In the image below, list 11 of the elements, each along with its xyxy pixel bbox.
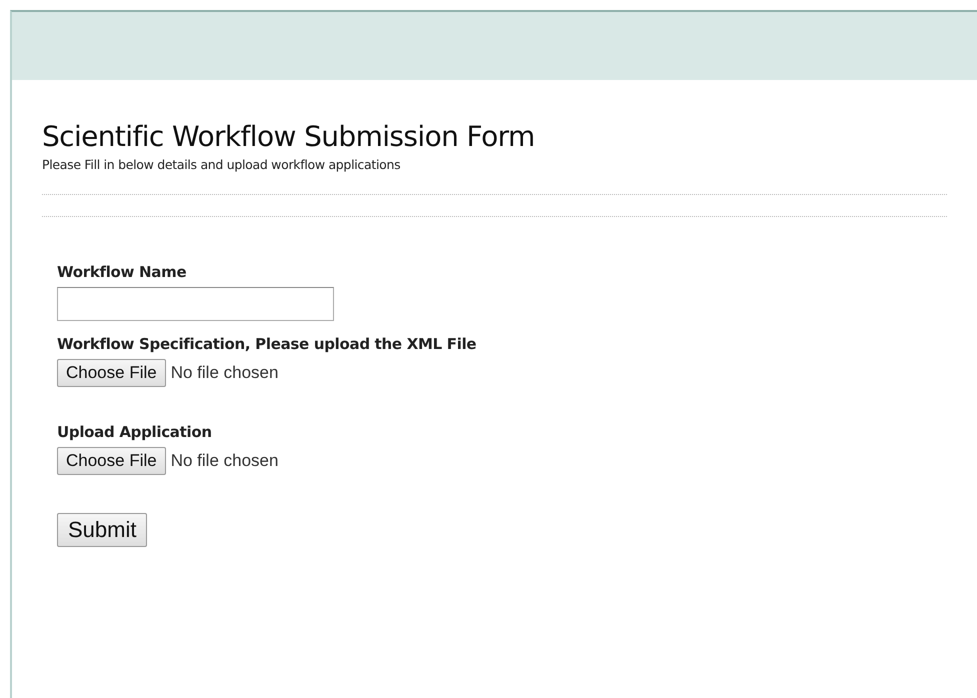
choose-file-button[interactable]: Choose File bbox=[57, 447, 166, 475]
field-label: Workflow Specification, Please upload the XML File bbox=[57, 335, 476, 353]
form-title: Scientific Workflow Submission Form bbox=[42, 120, 535, 153]
file-status: No file chosen bbox=[170, 451, 278, 471]
submit-button[interactable]: Submit bbox=[57, 513, 148, 547]
file-status: No file chosen bbox=[170, 363, 278, 383]
choose-file-button[interactable]: Choose File bbox=[57, 359, 166, 387]
field-label: Workflow Name bbox=[57, 263, 186, 281]
form-subtitle: Please Fill in below details and upload workflow applications bbox=[42, 157, 400, 172]
text-field[interactable] bbox=[57, 287, 334, 321]
field-label: Upload Application bbox=[57, 423, 212, 441]
